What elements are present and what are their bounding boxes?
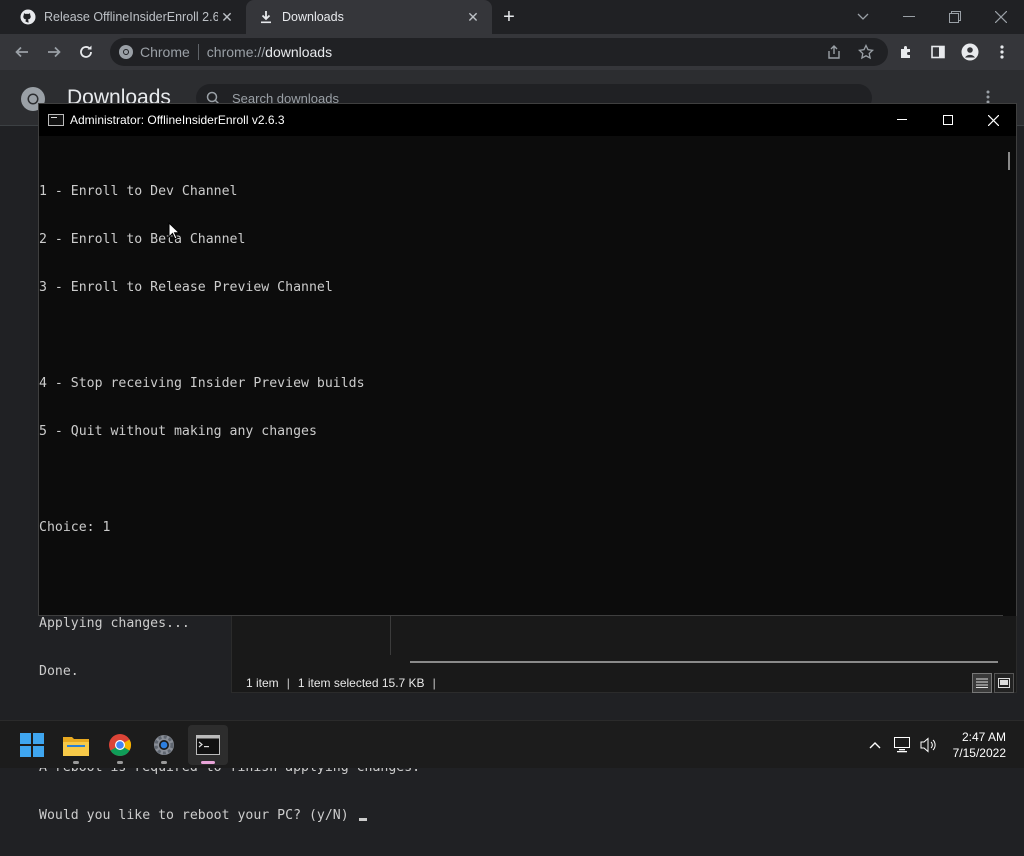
browser-toolbar: Chrome chrome://downloads [0,34,1024,70]
close-window-button[interactable] [978,0,1024,34]
console-output[interactable]: 1 - Enroll to Dev Channel 2 - Enroll to … [39,152,1004,823]
tab-strip: Release OfflineInsiderEnroll 2.6.3 ✕ Dow… [0,0,1024,34]
forward-button[interactable] [40,38,68,66]
tab-release-offlineinsiderenroll[interactable]: Release OfflineInsiderEnroll 2.6.3 ✕ [8,0,246,34]
console-line: Applying changes... [39,616,190,631]
close-tab-icon[interactable]: ✕ [218,8,236,26]
address-bar[interactable]: Chrome chrome://downloads [110,38,888,66]
omnibox-site-label: Chrome [140,44,190,60]
running-indicator [73,761,79,764]
side-panel-icon[interactable] [924,38,952,66]
extensions-icon[interactable] [892,38,920,66]
start-button[interactable] [12,725,52,765]
running-indicator [201,761,215,764]
tab-search-icon[interactable] [840,0,886,34]
download-icon [258,9,274,25]
back-button[interactable] [8,38,36,66]
taskbar-terminal[interactable] [188,725,228,765]
console-window[interactable]: Administrator: OfflineInsiderEnroll v2.6… [38,103,1017,823]
omnibox-separator [197,44,199,60]
console-minimize-button[interactable] [879,104,925,136]
clock-time: 2:47 AM [961,730,1006,744]
running-indicator [117,761,123,764]
console-line: 4 - Stop receiving Insider Preview build… [39,376,365,391]
console-line: Done. [39,664,79,679]
chevron-up-icon [869,741,881,749]
tab-label: Downloads [282,10,344,24]
settings-icon [152,733,176,757]
minimize-button[interactable] [886,0,932,34]
downloads-menu-icon[interactable] [986,90,990,104]
tab-downloads[interactable]: Downloads ✕ [246,0,492,34]
console-scrollbar[interactable] [1003,136,1016,616]
bookmark-star-icon[interactable] [852,38,880,66]
chrome-icon [108,733,132,757]
tab-label: Release OfflineInsiderEnroll 2.6.3 [44,10,218,24]
profile-avatar-icon[interactable] [956,38,984,66]
running-indicator [161,761,167,764]
show-hidden-icons-button[interactable] [864,721,886,769]
console-close-button[interactable] [970,104,1016,136]
console-line: 2 - Enroll to Beta Channel [39,232,246,247]
network-status-button[interactable] [892,721,914,769]
start-icon [20,733,44,757]
console-line: 5 - Quit without making any changes [39,424,317,439]
text-cursor [358,818,367,821]
file-explorer-icon [63,734,89,756]
share-icon[interactable] [820,38,848,66]
volume-icon [920,737,938,753]
scrollbar-thumb[interactable] [1008,152,1010,170]
console-line: 3 - Enroll to Release Preview Channel [39,280,333,295]
chrome-logo-icon [118,44,134,60]
restore-button[interactable] [932,0,978,34]
terminal-icon [196,735,220,755]
clock-date: 7/15/2022 [952,746,1006,760]
console-prompt-line: Would you like to reboot your PC? (y/N) [39,808,1004,824]
new-tab-button[interactable]: + [498,6,520,28]
taskbar-chrome[interactable] [100,725,140,765]
console-prompt: Would you like to reboot your PC? (y/N) [39,808,357,823]
console-title-bar[interactable]: Administrator: OfflineInsiderEnroll v2.6… [39,104,1016,136]
console-maximize-button[interactable] [925,104,971,136]
console-title: Administrator: OfflineInsiderEnroll v2.6… [70,113,285,127]
reload-button[interactable] [72,38,100,66]
taskbar-clock[interactable]: 2:47 AM 7/15/2022 [953,729,1006,761]
taskbar-file-explorer[interactable] [56,725,96,765]
network-icon [894,737,912,753]
volume-button[interactable] [918,721,940,769]
console-line: Choice: 1 [39,520,111,535]
taskbar: 2:47 AM 7/15/2022 [0,720,1024,768]
taskbar-settings[interactable] [144,725,184,765]
console-app-icon [48,114,64,126]
close-tab-icon[interactable]: ✕ [464,8,482,26]
url-path: downloads [265,44,333,60]
console-line: 1 - Enroll to Dev Channel [39,184,238,199]
chrome-menu-icon[interactable] [988,38,1016,66]
github-icon [20,9,36,25]
mouse-pointer-icon [168,221,181,240]
url-scheme: chrome:// [206,44,266,60]
